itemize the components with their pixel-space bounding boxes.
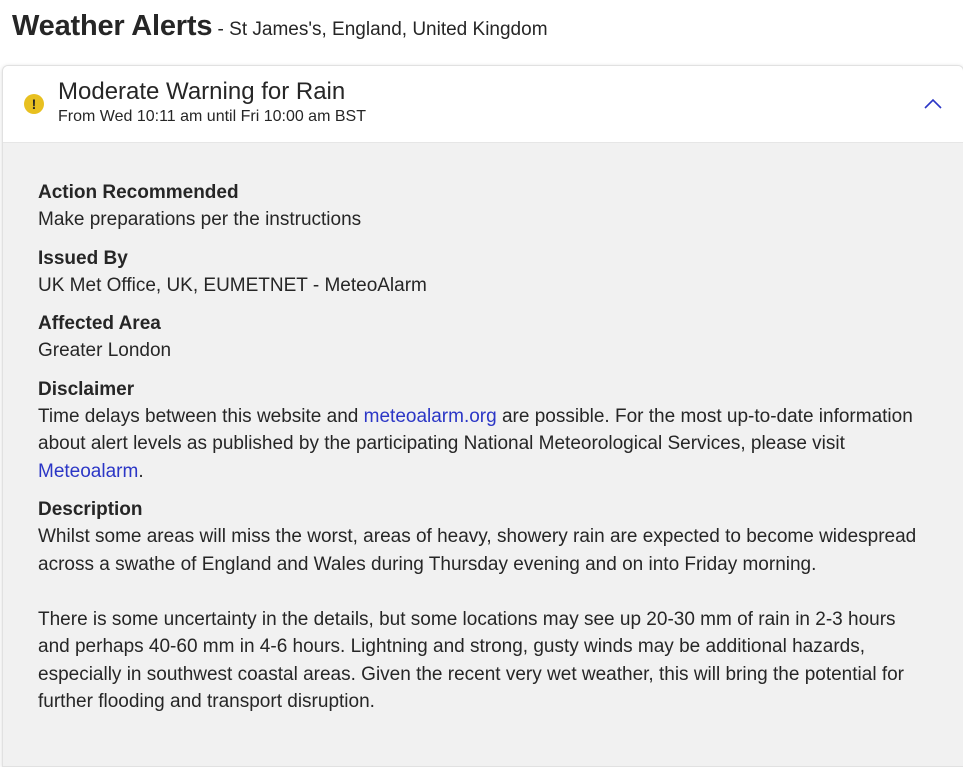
section-label: Action Recommended [38, 182, 239, 203]
section-label: Issued By [38, 247, 128, 269]
disclaimer-text-after: . [138, 460, 144, 482]
disclaimer-text: Time delays between this website and met… [38, 403, 928, 486]
alert-card: ! Moderate Warning for Rain From Wed 10:… [2, 65, 963, 767]
section-label: Disclaimer [38, 378, 135, 400]
description-paragraph-1: Whilst some areas will miss the worst, a… [38, 526, 917, 575]
chevron-up-icon [924, 98, 942, 109]
collapse-button[interactable] [921, 92, 945, 116]
meteoalarm-org-link[interactable]: meteoalarm.org [364, 406, 497, 427]
section-action: Action Recommended Make preparations per… [38, 179, 928, 234]
section-issued-by: Issued By UK Met Office, UK, EUMETNET - … [38, 245, 928, 300]
section-text: Make preparations per the instructions [38, 209, 362, 230]
section-label: Description [38, 499, 143, 520]
section-text: Greater London [38, 340, 172, 361]
section-text: UK Met Office, UK, EUMETNET - MeteoAlarm [38, 274, 427, 296]
page-header: Weather Alerts - St James's, England, Un… [12, 10, 548, 46]
page-title: Weather Alerts [12, 10, 213, 42]
section-disclaimer: Disclaimer Time delays between this webs… [38, 376, 928, 486]
page-location: - St James's, England, United Kingdom [212, 19, 548, 40]
alert-time-range: From Wed 10:11 am until Fri 10:00 am BST [58, 108, 366, 125]
alert-header[interactable]: ! Moderate Warning for Rain From Wed 10:… [3, 66, 963, 143]
meteoalarm-link[interactable]: Meteoalarm [38, 461, 138, 482]
description-paragraph-2: There is some uncertainty in the details… [38, 608, 904, 713]
disclaimer-text-before: Time delays between this website and [38, 405, 364, 427]
exclamation-icon: ! [24, 94, 44, 114]
alert-body: Action Recommended Make preparations per… [3, 143, 963, 716]
section-label: Affected Area [38, 313, 161, 334]
alert-title: Moderate Warning for Rain [58, 78, 346, 105]
section-affected-area: Affected Area Greater London [38, 310, 928, 365]
section-description: Description Whilst some areas will miss … [38, 496, 928, 716]
